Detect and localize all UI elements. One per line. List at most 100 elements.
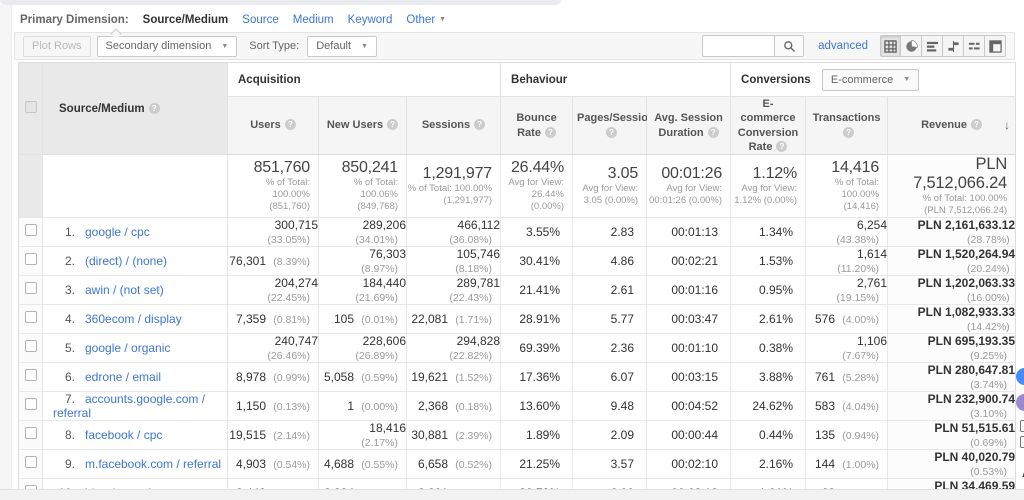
sort-type-button[interactable]: Default ▼ [307, 35, 377, 57]
row-check-cell [18, 333, 43, 363]
dimension-tab-other[interactable]: Other ▼ [406, 14, 446, 26]
dimension-tab-medium[interactable]: Medium [293, 14, 334, 26]
advanced-search-link[interactable]: advanced [818, 40, 868, 52]
search-button[interactable] [774, 35, 805, 57]
table-view-button[interactable] [880, 35, 901, 57]
help-icon[interactable]: ? [387, 119, 399, 131]
source-medium-link[interactable]: 360ecom / display [85, 312, 182, 326]
column-header-ecommerce-conversion-rate[interactable]: E-commerce Conversion Rate? [730, 96, 806, 156]
column-header-bounce-rate[interactable]: Bounce Rate? [500, 96, 573, 156]
source-medium-link[interactable]: awin / (not set) [85, 283, 164, 297]
cell-revenue: PLN 280,647.81(3.74%) [887, 362, 1016, 392]
row-checkbox[interactable] [24, 456, 37, 469]
cell-new-users: 184,440(21.69%) [318, 275, 407, 305]
select-all-checkbox[interactable] [24, 101, 37, 114]
percentage-view-button[interactable] [901, 35, 922, 57]
column-header-users[interactable]: Users? [227, 96, 319, 156]
column-header-revenue[interactable]: Revenue? ↓ [887, 96, 1016, 156]
help-icon[interactable]: ? [776, 140, 788, 152]
row-checkbox[interactable] [24, 253, 37, 266]
cell-revenue: PLN 1,202,063.33(16.00%) [887, 275, 1016, 305]
column-header-transactions[interactable]: Transactions? [805, 96, 888, 156]
cell-new-users: 4,688 (0.55%) [318, 449, 407, 479]
cell-ecommerce-conversion-rate: 3.88% [730, 362, 806, 392]
floating-widget-purple[interactable] [1016, 394, 1024, 411]
term-cloud-view-button[interactable] [964, 35, 985, 57]
search-input[interactable] [702, 35, 775, 57]
floating-widget-box1[interactable] [1020, 420, 1024, 432]
help-icon[interactable]: ? [970, 119, 982, 131]
pivot-view-button[interactable] [985, 35, 1006, 57]
row-checkbox[interactable] [24, 398, 37, 411]
help-icon[interactable]: ? [843, 126, 855, 138]
help-icon[interactable]: ? [544, 126, 556, 138]
comparison-view-button[interactable] [943, 35, 964, 57]
cell-bounce-rate: 1.89% [500, 420, 573, 450]
row-checkbox[interactable] [24, 311, 37, 324]
column-header-new-users[interactable]: New Users? [318, 96, 407, 156]
cell-users: 76,301 (8.39%) [227, 246, 319, 276]
term-cloud-icon [968, 42, 980, 49]
conversions-goal-selector[interactable]: E-commerce ▼ [821, 68, 920, 91]
table-row: 2. (direct) / (none) 76,301 (8.39%) 76,303(8… [18, 246, 1016, 276]
search-box [702, 35, 805, 57]
dimension-column-header[interactable]: Source/Medium? [42, 62, 228, 156]
view-toggle-group [880, 35, 1006, 57]
row-checkbox[interactable] [24, 369, 37, 382]
help-icon[interactable]: ? [474, 119, 486, 131]
row-checkbox[interactable] [24, 340, 37, 353]
help-icon[interactable]: ? [606, 126, 618, 138]
cell-bounce-rate: 21.41% [500, 275, 573, 305]
dimension-tab-keyword[interactable]: Keyword [348, 14, 393, 26]
row-checkbox[interactable] [24, 224, 37, 237]
cell-avg-session-duration: 00:01:16 [646, 275, 731, 305]
floating-widget-box2[interactable] [1020, 436, 1024, 448]
plot-rows-button[interactable]: Plot Rows [23, 35, 91, 57]
column-header-pages-session[interactable]: Pages/Session? [572, 96, 655, 156]
sort-type-label: Sort Type: [249, 40, 300, 52]
row-check-cell [18, 246, 43, 276]
cell-avg-session-duration: 00:03:15 [646, 362, 731, 392]
help-icon[interactable]: ? [284, 119, 296, 131]
dimension-tab-source-medium[interactable]: Source/Medium [143, 14, 229, 26]
cell-new-users: 5,058 (0.59%) [318, 362, 407, 392]
floating-widget-blue[interactable] [1016, 368, 1024, 385]
cell-pages-session: 9.48 [572, 391, 647, 421]
source-medium-link[interactable]: google / cpc [85, 225, 150, 239]
table-view-icon [884, 39, 897, 53]
source-medium-link[interactable]: (direct) / (none) [85, 254, 167, 268]
cell-new-users: 18,416(2.17%) [318, 420, 407, 450]
column-header-sessions[interactable]: Sessions? [405, 96, 501, 156]
cell-sessions: 30,881 (2.39%) [405, 420, 501, 450]
group-header-acquisition: Acquisition [226, 62, 501, 97]
source-medium-cell: 6. edrone / email [42, 362, 228, 392]
help-icon[interactable]: ? [707, 126, 719, 138]
table-row: 5. google / organic 240,747(26.46%) 228,606… [18, 333, 1016, 363]
cell-new-users: 76,303(8.97%) [318, 246, 407, 276]
cell-sessions: 466,112(36.08%) [405, 217, 501, 247]
source-medium-cell: 3. awin / (not set) [42, 275, 228, 305]
source-medium-link[interactable]: accounts.google.com / referral [53, 392, 205, 420]
totals-dimension-cell [42, 154, 228, 218]
dimension-tab-source[interactable]: Source [242, 14, 278, 26]
cell-bounce-rate: 21.25% [500, 449, 573, 479]
source-medium-link[interactable]: m.facebook.com / referral [85, 457, 221, 471]
source-medium-link[interactable]: facebook / cpc [85, 428, 162, 442]
source-medium-link[interactable]: google / organic [85, 341, 170, 355]
cell-revenue: PLN 695,193.35(9.25%) [887, 333, 1016, 363]
cell-revenue: PLN 40,020.79(0.53%) [887, 449, 1016, 479]
performance-view-button[interactable] [922, 35, 943, 57]
cell-revenue: PLN 1,082,933.33(14.42%) [887, 304, 1016, 334]
table-row: 4. 360ecom / display 7,359 (0.81%) 105 (0.01%… [18, 304, 1016, 334]
help-icon[interactable]: ? [148, 102, 160, 114]
cell-revenue: PLN 1,520,264.94(20.24%) [887, 246, 1016, 276]
row-checkbox[interactable] [24, 427, 37, 440]
cell-pages-session: 4.86 [572, 246, 647, 276]
cell-new-users: 1 (0.00%) [318, 391, 407, 421]
column-header-avg-session-duration[interactable]: Avg. Session Duration? [646, 96, 731, 156]
left-edge-strip [0, 5, 12, 500]
secondary-dimension-button[interactable]: Secondary dimension ▼ [96, 35, 238, 57]
source-medium-link[interactable]: edrone / email [85, 370, 161, 384]
row-checkbox[interactable] [24, 282, 37, 295]
total-bounce-rate: 26.44% Avg for View: 26.44% (0.00%) [500, 154, 573, 218]
